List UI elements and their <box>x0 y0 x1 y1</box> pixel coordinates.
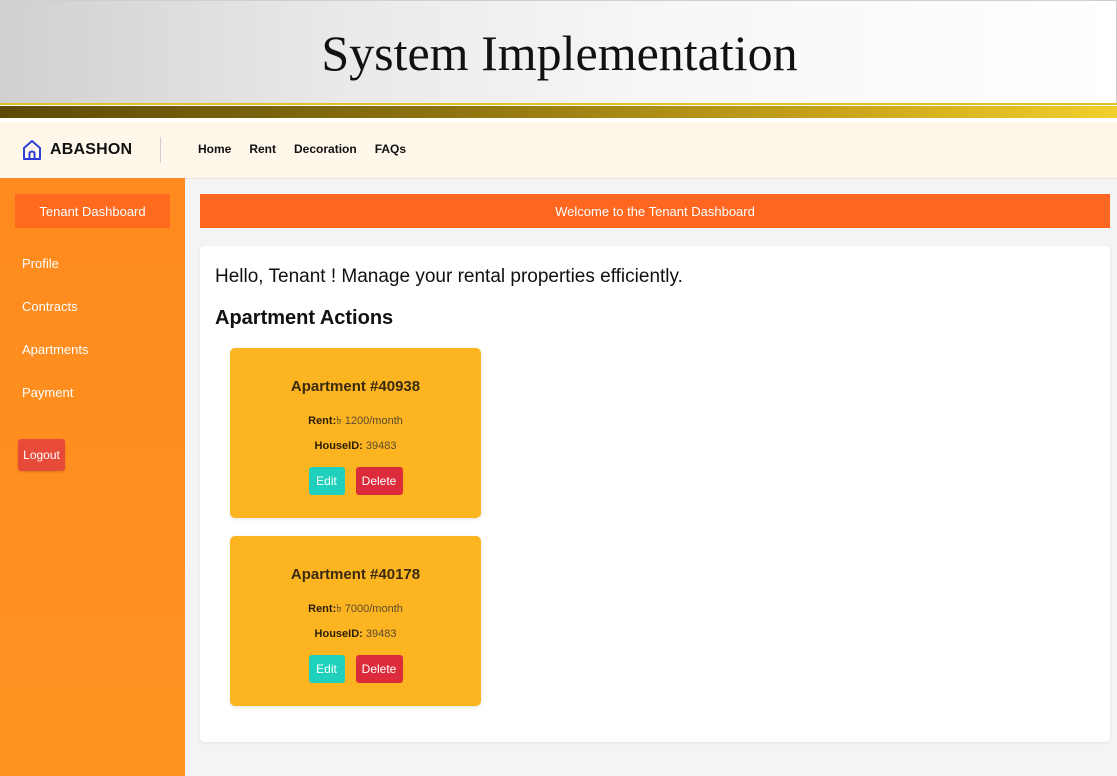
slide-rule-highlight <box>0 103 1117 105</box>
top-navbar: ABASHON Home Rent Decoration FAQs <box>0 122 1117 179</box>
rent-label: Rent: <box>308 603 337 615</box>
brand-name: ABASHON <box>50 141 133 158</box>
house-id-label: HouseID: <box>314 628 363 640</box>
apartment-card: Apartment #40938 Rent:৳ 1200/month House… <box>230 348 481 518</box>
house-id-value: 39483 <box>365 440 397 452</box>
sidebar-item-payment[interactable]: Payment <box>22 385 73 400</box>
slide-title: System Implementation <box>321 25 798 81</box>
home-icon <box>22 139 42 161</box>
apartment-card: Apartment #40178 Rent:৳ 7000/month House… <box>230 536 481 706</box>
apartment-rent: Rent:৳ 7000/month <box>230 600 481 619</box>
slide-header: System Implementation <box>0 0 1117 104</box>
house-id-label: HouseID: <box>314 440 363 452</box>
logout-button[interactable]: Logout <box>18 439 65 471</box>
apartment-actions: Edit Delete <box>230 467 481 495</box>
apartment-house-id: HouseID: 39483 <box>230 440 481 452</box>
house-id-value: 39483 <box>365 628 397 640</box>
nav-link-decoration[interactable]: Decoration <box>294 142 357 156</box>
greeting-text: Hello, Tenant ! Manage your rental prope… <box>215 266 683 287</box>
nav-link-rent[interactable]: Rent <box>249 142 276 156</box>
delete-button[interactable]: Delete <box>355 655 403 683</box>
sidebar-title[interactable]: Tenant Dashboard <box>15 194 170 228</box>
sidebar-item-profile[interactable]: Profile <box>22 256 59 271</box>
nav-link-home[interactable]: Home <box>198 142 231 156</box>
delete-button[interactable]: Delete <box>355 467 403 495</box>
navbar-divider <box>160 137 161 163</box>
apartment-rent: Rent:৳ 1200/month <box>230 412 481 431</box>
main-content-card: Hello, Tenant ! Manage your rental prope… <box>200 246 1110 742</box>
brand[interactable]: ABASHON <box>22 136 132 164</box>
nav-links: Home Rent Decoration FAQs <box>198 142 406 156</box>
apartment-house-id: HouseID: 39483 <box>230 628 481 640</box>
nav-link-faqs[interactable]: FAQs <box>375 142 406 156</box>
edit-button[interactable]: Edit <box>308 655 345 683</box>
welcome-banner: Welcome to the Tenant Dashboard <box>200 194 1110 228</box>
sidebar-item-apartments[interactable]: Apartments <box>22 342 88 357</box>
apartment-actions: Edit Delete <box>230 655 481 683</box>
slide-rule <box>0 106 1117 118</box>
section-title: Apartment Actions <box>215 307 394 329</box>
sidebar-item-contracts[interactable]: Contracts <box>22 299 78 314</box>
rent-value: ৳ 7000/month <box>336 603 403 615</box>
rent-value: ৳ 1200/month <box>336 415 403 427</box>
edit-button[interactable]: Edit <box>308 467 345 495</box>
rent-label: Rent: <box>308 415 337 427</box>
sidebar: Tenant Dashboard Profile Contracts Apart… <box>0 178 185 776</box>
apartment-title: Apartment #40178 <box>290 566 421 583</box>
app-window: ABASHON Home Rent Decoration FAQs Tenant… <box>0 122 1117 776</box>
apartment-title: Apartment #40938 <box>290 378 421 395</box>
